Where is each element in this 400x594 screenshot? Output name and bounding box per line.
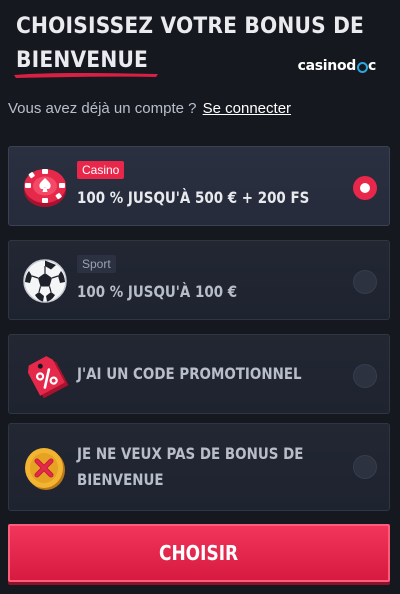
- bonus-selection-page: CHOISISSEZ VOTRE BONUS DE BIENVENUE casi…: [0, 0, 400, 594]
- bonus-option-sport[interactable]: Sport 100 % JUSQU'À 100 €: [8, 240, 390, 320]
- option-radio[interactable]: [353, 364, 377, 388]
- option-body: Casino 100 % JUSQU'À 500 € + 200 FS: [77, 147, 339, 225]
- bonus-option-promo-code[interactable]: J'AI UN CODE PROMOTIONNEL: [8, 334, 390, 414]
- header: CHOISISSEZ VOTRE BONUS DE BIENVENUE casi…: [8, 0, 392, 86]
- casinodoc-logo: casinod c: [297, 58, 377, 74]
- option-label-line2: BIENVENUE: [77, 470, 164, 489]
- option-label: 100 % JUSQU'À 100 €: [77, 282, 238, 301]
- sport-badge: Sport: [77, 255, 116, 273]
- title-brush-underline: [14, 73, 158, 78]
- option-body: Sport 100 % JUSQU'À 100 €: [77, 241, 339, 319]
- option-radio[interactable]: [353, 455, 377, 479]
- logo-ring-icon: [357, 61, 368, 73]
- bonus-option-no-bonus[interactable]: JE NE VEUX PAS DE BONUS DE BIENVENUE: [8, 423, 390, 511]
- option-label: 100 % JUSQU'À 500 € + 200 FS: [77, 188, 310, 207]
- percent-tag-icon: [27, 356, 69, 399]
- login-link[interactable]: Se connecter: [203, 100, 291, 117]
- choose-button-label: CHOISIR: [159, 541, 239, 565]
- page-title: CHOISISSEZ VOTRE BONUS DE BIENVENUE: [16, 10, 365, 78]
- no-bonus-coin-icon: [25, 448, 65, 490]
- soccer-ball-icon: [23, 259, 67, 303]
- choose-button[interactable]: CHOISIR: [8, 524, 390, 582]
- page-title-line1: CHOISISSEZ VOTRE BONUS DE: [16, 14, 365, 39]
- bonus-option-casino[interactable]: Casino 100 % JUSQU'À 500 € + 200 FS: [8, 146, 390, 226]
- option-radio-selected[interactable]: [353, 176, 377, 200]
- logo-tail: c: [368, 58, 376, 74]
- login-prompt-text: Vous avez déjà un compte ?: [8, 100, 197, 117]
- option-radio[interactable]: [353, 270, 377, 294]
- option-body: J'AI UN CODE PROMOTIONNEL: [77, 335, 339, 413]
- login-prompt: Vous avez déjà un compte ? Se connecter: [8, 100, 291, 117]
- option-label: J'AI UN CODE PROMOTIONNEL: [77, 364, 302, 383]
- option-body: JE NE VEUX PAS DE BONUS DE BIENVENUE: [77, 424, 339, 510]
- logo-text: casinod: [297, 58, 357, 74]
- option-label-line1: JE NE VEUX PAS DE BONUS DE: [77, 444, 304, 463]
- casino-chip-icon: [24, 169, 66, 207]
- casino-badge: Casino: [77, 161, 125, 179]
